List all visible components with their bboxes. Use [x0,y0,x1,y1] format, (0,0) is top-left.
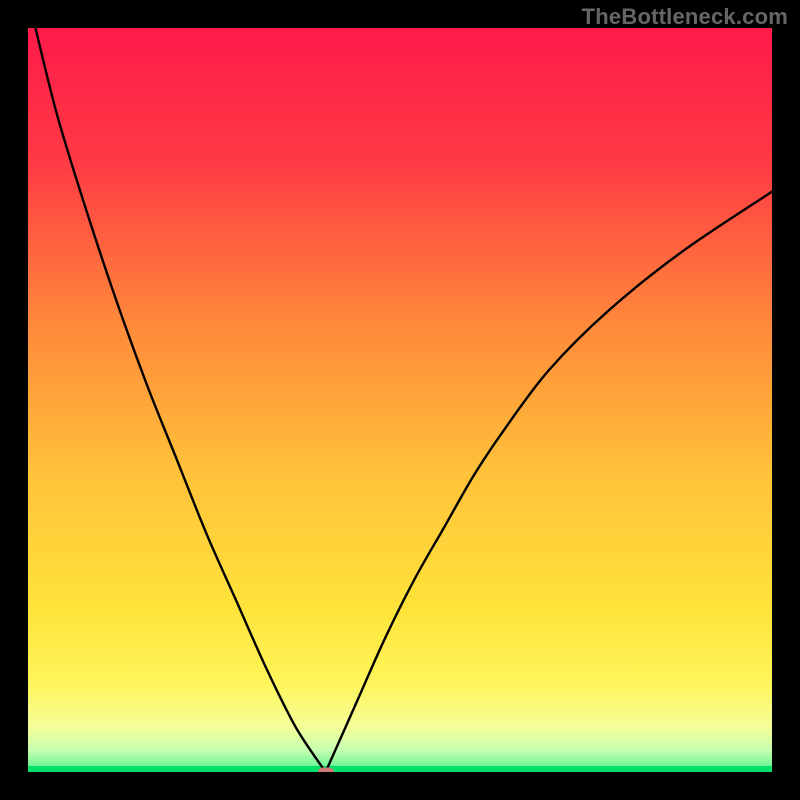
chart-frame: TheBottleneck.com [0,0,800,800]
plot-area [28,28,772,772]
optimal-point-marker [318,768,334,773]
watermark-text: TheBottleneck.com [582,4,788,30]
bottleneck-curve [28,28,772,772]
